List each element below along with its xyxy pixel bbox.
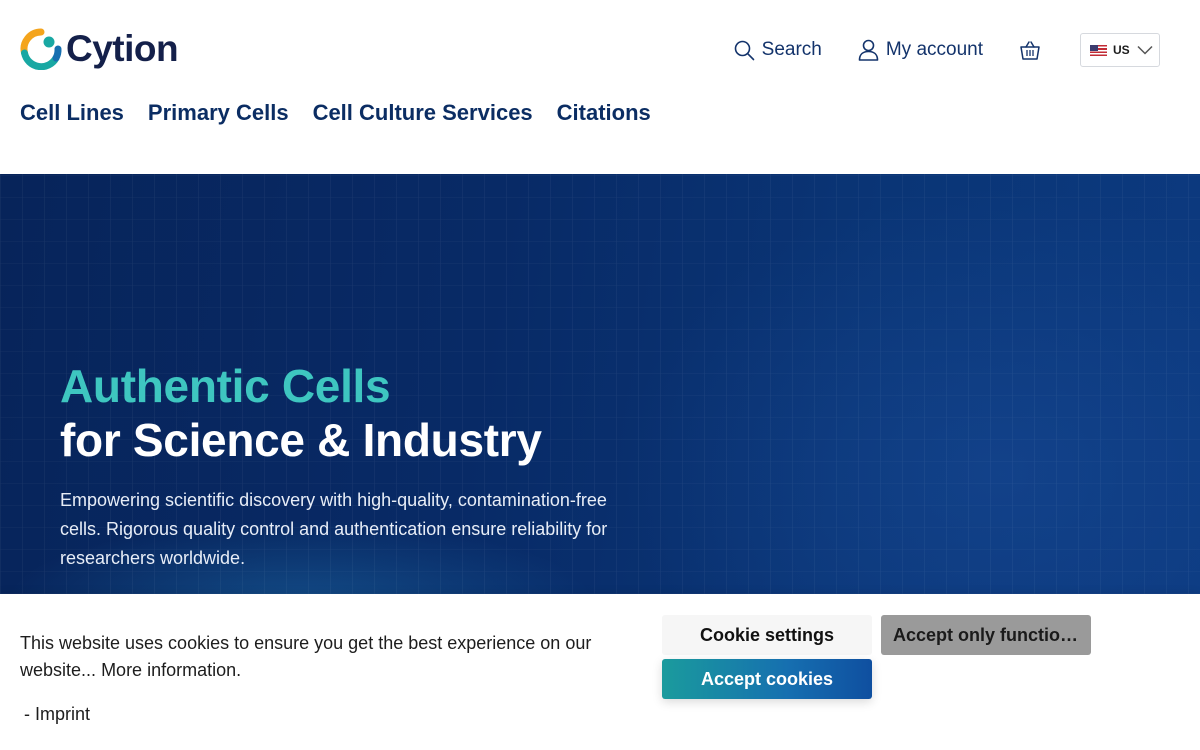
nav-item-primary-cells[interactable]: Primary Cells [148, 100, 289, 126]
search-icon [734, 40, 754, 60]
basket-icon [1020, 41, 1040, 60]
user-icon [858, 39, 879, 61]
cytion-logo-icon [20, 28, 62, 71]
main-nav: Cell Lines Primary Cells Cell Culture Se… [20, 100, 675, 126]
chevron-down-icon [1137, 45, 1153, 55]
site-header: Cytion Search My account US Cell Lines P… [0, 0, 1200, 174]
my-account-label: My account [885, 39, 983, 60]
my-account-button[interactable]: My account [858, 39, 983, 61]
nav-item-cell-lines[interactable]: Cell Lines [20, 100, 124, 126]
nav-item-citations[interactable]: Citations [557, 100, 651, 126]
more-information-link[interactable]: More information. [101, 660, 241, 680]
us-flag-icon [1090, 44, 1107, 56]
hero-description: Empowering scientific discovery with hig… [60, 490, 608, 568]
accept-functional-cookies-button[interactable]: Accept only functional cookies [881, 615, 1091, 655]
brand-logo[interactable]: Cytion [20, 27, 179, 71]
hero-title: for Science & Industry [60, 414, 542, 466]
brand-name: Cytion [66, 28, 179, 69]
imprint-link[interactable]: - Imprint [24, 704, 90, 725]
hero-banner: Authentic Cells for Science & Industry E… [0, 174, 1200, 594]
cookie-banner: This website uses cookies to ensure you … [0, 594, 1200, 750]
language-code: US [1113, 43, 1130, 57]
hero-title-highlight: Authentic Cells [60, 360, 391, 412]
cookie-settings-button[interactable]: Cookie settings [662, 615, 872, 655]
search-button[interactable]: Search [734, 39, 822, 61]
cookie-message: This website uses cookies to ensure you … [20, 630, 620, 684]
accept-functional-label: Accept only functional cookies [893, 624, 1079, 645]
nav-item-cell-culture-services[interactable]: Cell Culture Services [313, 100, 533, 126]
language-selector[interactable]: US [1080, 33, 1160, 67]
header-actions: Search My account US [734, 33, 1160, 67]
search-label: Search [761, 39, 822, 60]
accept-cookies-button[interactable]: Accept cookies [662, 659, 872, 699]
cart-button[interactable] [1019, 39, 1048, 61]
